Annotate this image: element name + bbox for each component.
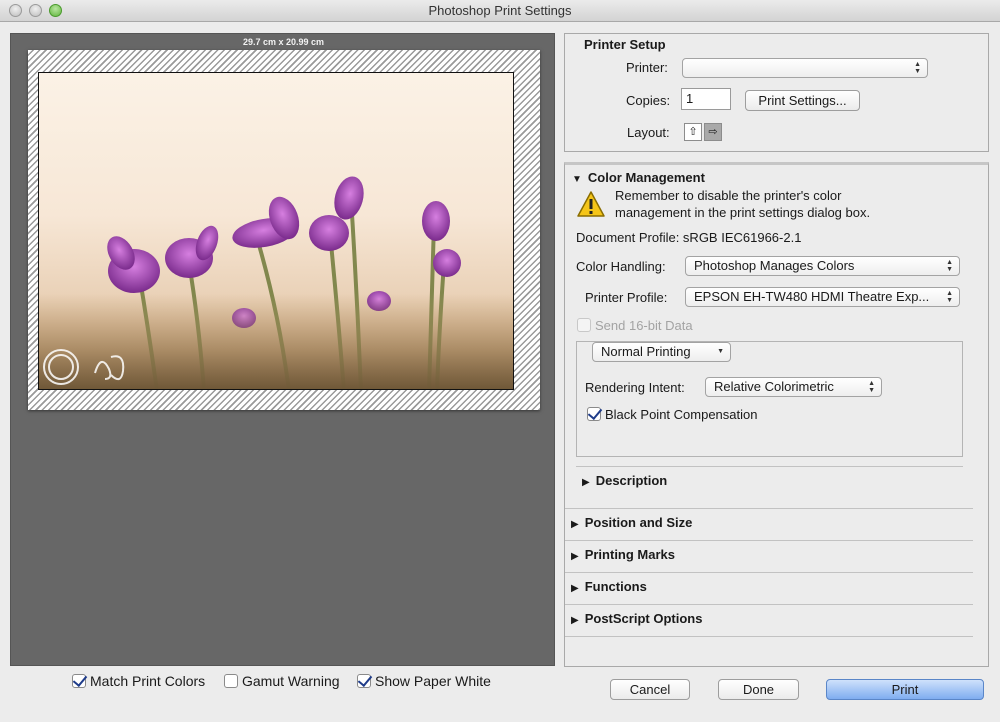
printer-setup-heading: Printer Setup bbox=[584, 37, 666, 52]
checkbox-box[interactable] bbox=[72, 674, 86, 688]
title-bar: Photoshop Print Settings bbox=[0, 0, 1000, 22]
divider bbox=[565, 572, 973, 573]
disclosure-open-icon: ▼ bbox=[572, 174, 582, 185]
portrait-layout-icon[interactable]: ⇧ bbox=[684, 123, 702, 141]
print-mode-select[interactable]: Normal Printing ▼ bbox=[592, 342, 731, 362]
close-window-button[interactable] bbox=[9, 4, 22, 17]
copies-input[interactable]: 1 bbox=[681, 88, 731, 110]
chevron-down-icon: ▼ bbox=[717, 348, 724, 355]
disclosure-closed-icon: ▶ bbox=[571, 519, 579, 530]
copies-label: Copies: bbox=[626, 93, 671, 108]
black-point-compensation-checkbox[interactable]: Black Point Compensation bbox=[587, 405, 757, 423]
show-paper-white-checkbox[interactable]: Show Paper White bbox=[357, 672, 491, 690]
printer-select[interactable]: ▲ ▼ bbox=[682, 58, 928, 78]
checkbox-box[interactable] bbox=[357, 674, 371, 688]
warning-icon bbox=[577, 191, 605, 217]
printing-marks-header[interactable]: ▶ Printing Marks bbox=[571, 547, 675, 562]
cancel-button[interactable]: Cancel bbox=[610, 679, 690, 700]
disclosure-closed-icon: ▶ bbox=[571, 551, 579, 562]
window-title: Photoshop Print Settings bbox=[428, 3, 572, 18]
match-print-colors-checkbox[interactable]: Match Print Colors bbox=[72, 672, 205, 690]
minimize-window-button[interactable] bbox=[29, 4, 42, 17]
print-settings-button[interactable]: Print Settings... bbox=[745, 90, 860, 111]
warning-text-line2: management in the print settings dialog … bbox=[615, 205, 871, 220]
gamut-warning-checkbox[interactable]: Gamut Warning bbox=[224, 672, 340, 690]
divider bbox=[565, 604, 973, 605]
description-header[interactable]: ▶ Description bbox=[582, 473, 667, 488]
landscape-layout-icon[interactable]: ⇨ bbox=[704, 123, 722, 141]
position-and-size-header[interactable]: ▶ Position and Size bbox=[571, 515, 692, 530]
send-16bit-checkbox[interactable]: Send 16-bit Data bbox=[577, 316, 693, 334]
rendering-intent-select[interactable]: Relative Colorimetric ▲ ▼ bbox=[705, 377, 882, 397]
rendering-intent-label: Rendering Intent: bbox=[585, 380, 685, 395]
checkbox-box[interactable] bbox=[577, 318, 591, 332]
flower-photo-image bbox=[39, 176, 513, 389]
select-arrows-icon: ▲ ▼ bbox=[946, 259, 953, 273]
print-button[interactable]: Print bbox=[826, 679, 984, 700]
select-arrows-icon: ▲ ▼ bbox=[914, 61, 921, 75]
divider bbox=[565, 636, 973, 637]
printer-profile-select[interactable]: EPSON EH-TW480 HDMI Theatre Exp... ▲ ▼ bbox=[685, 287, 960, 307]
select-arrows-icon: ▲ ▼ bbox=[946, 290, 953, 304]
checkbox-box[interactable] bbox=[224, 674, 238, 688]
postscript-options-header[interactable]: ▶ PostScript Options bbox=[571, 611, 702, 626]
printer-label: Printer: bbox=[626, 60, 668, 75]
divider bbox=[565, 508, 973, 509]
divider bbox=[576, 466, 963, 467]
printer-profile-label: Printer Profile: bbox=[585, 290, 668, 305]
disclosure-closed-icon: ▶ bbox=[571, 583, 579, 594]
print-preview-area: 29.7 cm x 20.99 cm bbox=[10, 33, 555, 666]
checkbox-box[interactable] bbox=[587, 407, 601, 421]
functions-header[interactable]: ▶ Functions bbox=[571, 579, 647, 594]
color-handling-label: Color Handling: bbox=[576, 259, 666, 274]
disclosure-closed-icon: ▶ bbox=[571, 615, 579, 626]
zoom-window-button[interactable] bbox=[49, 4, 62, 17]
photo-preview[interactable] bbox=[38, 72, 514, 390]
paper-size-label: 29.7 cm x 20.99 cm bbox=[242, 37, 325, 47]
done-button[interactable]: Done bbox=[718, 679, 799, 700]
paper-preview bbox=[28, 50, 540, 410]
disclosure-closed-icon: ▶ bbox=[582, 477, 590, 488]
color-management-header[interactable]: ▼ Color Management bbox=[572, 170, 705, 185]
select-arrows-icon: ▲ ▼ bbox=[868, 380, 875, 394]
layout-label: Layout: bbox=[627, 125, 670, 140]
divider bbox=[565, 540, 973, 541]
warning-text-line1: Remember to disable the printer's color bbox=[615, 188, 842, 203]
document-profile-text: Document Profile: sRGB IEC61966-2.1 bbox=[576, 230, 802, 245]
color-handling-select[interactable]: Photoshop Manages Colors ▲ ▼ bbox=[685, 256, 960, 276]
